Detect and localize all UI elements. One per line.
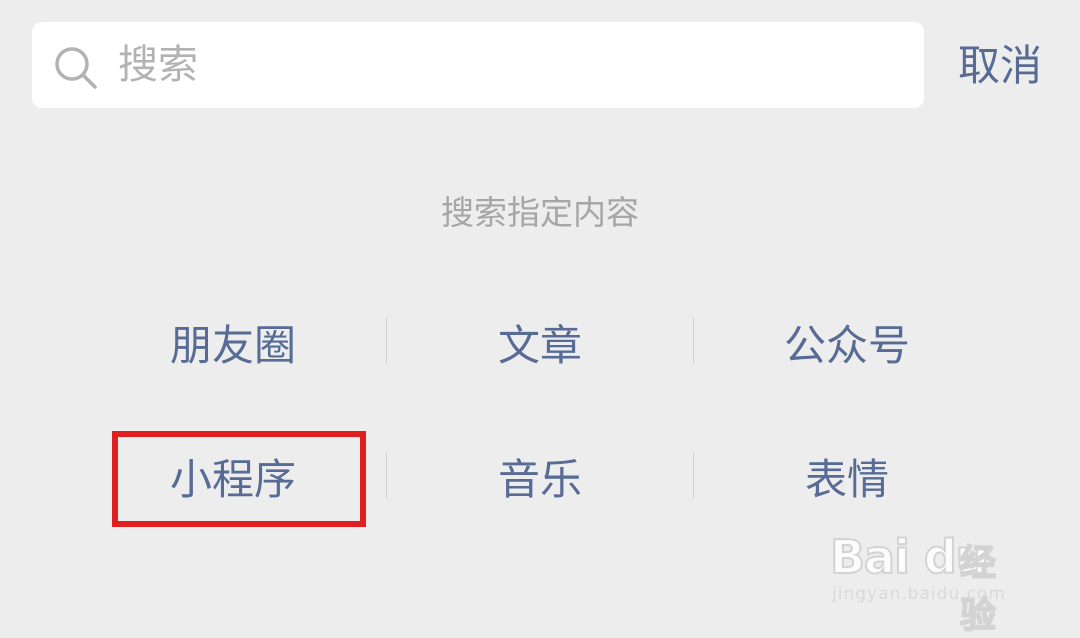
- search-hint: 搜索指定内容: [441, 193, 639, 232]
- watermark-url: jingyan.baidu.com: [832, 584, 1006, 604]
- cancel-button[interactable]: 取消: [958, 36, 1042, 96]
- category-music[interactable]: 音乐: [387, 440, 693, 520]
- category-official-accounts[interactable]: 公众号: [694, 306, 1000, 386]
- search-input[interactable]: [118, 30, 898, 100]
- search-icon: [55, 47, 97, 89]
- category-stickers[interactable]: 表情: [694, 440, 1000, 520]
- baidu-jingyan-watermark: Bai du 经验 jingyan.baidu.com: [829, 512, 1030, 637]
- category-moments[interactable]: 朋友圈: [80, 306, 386, 386]
- highlight-annotation-box: [112, 431, 366, 527]
- category-articles[interactable]: 文章: [387, 306, 693, 386]
